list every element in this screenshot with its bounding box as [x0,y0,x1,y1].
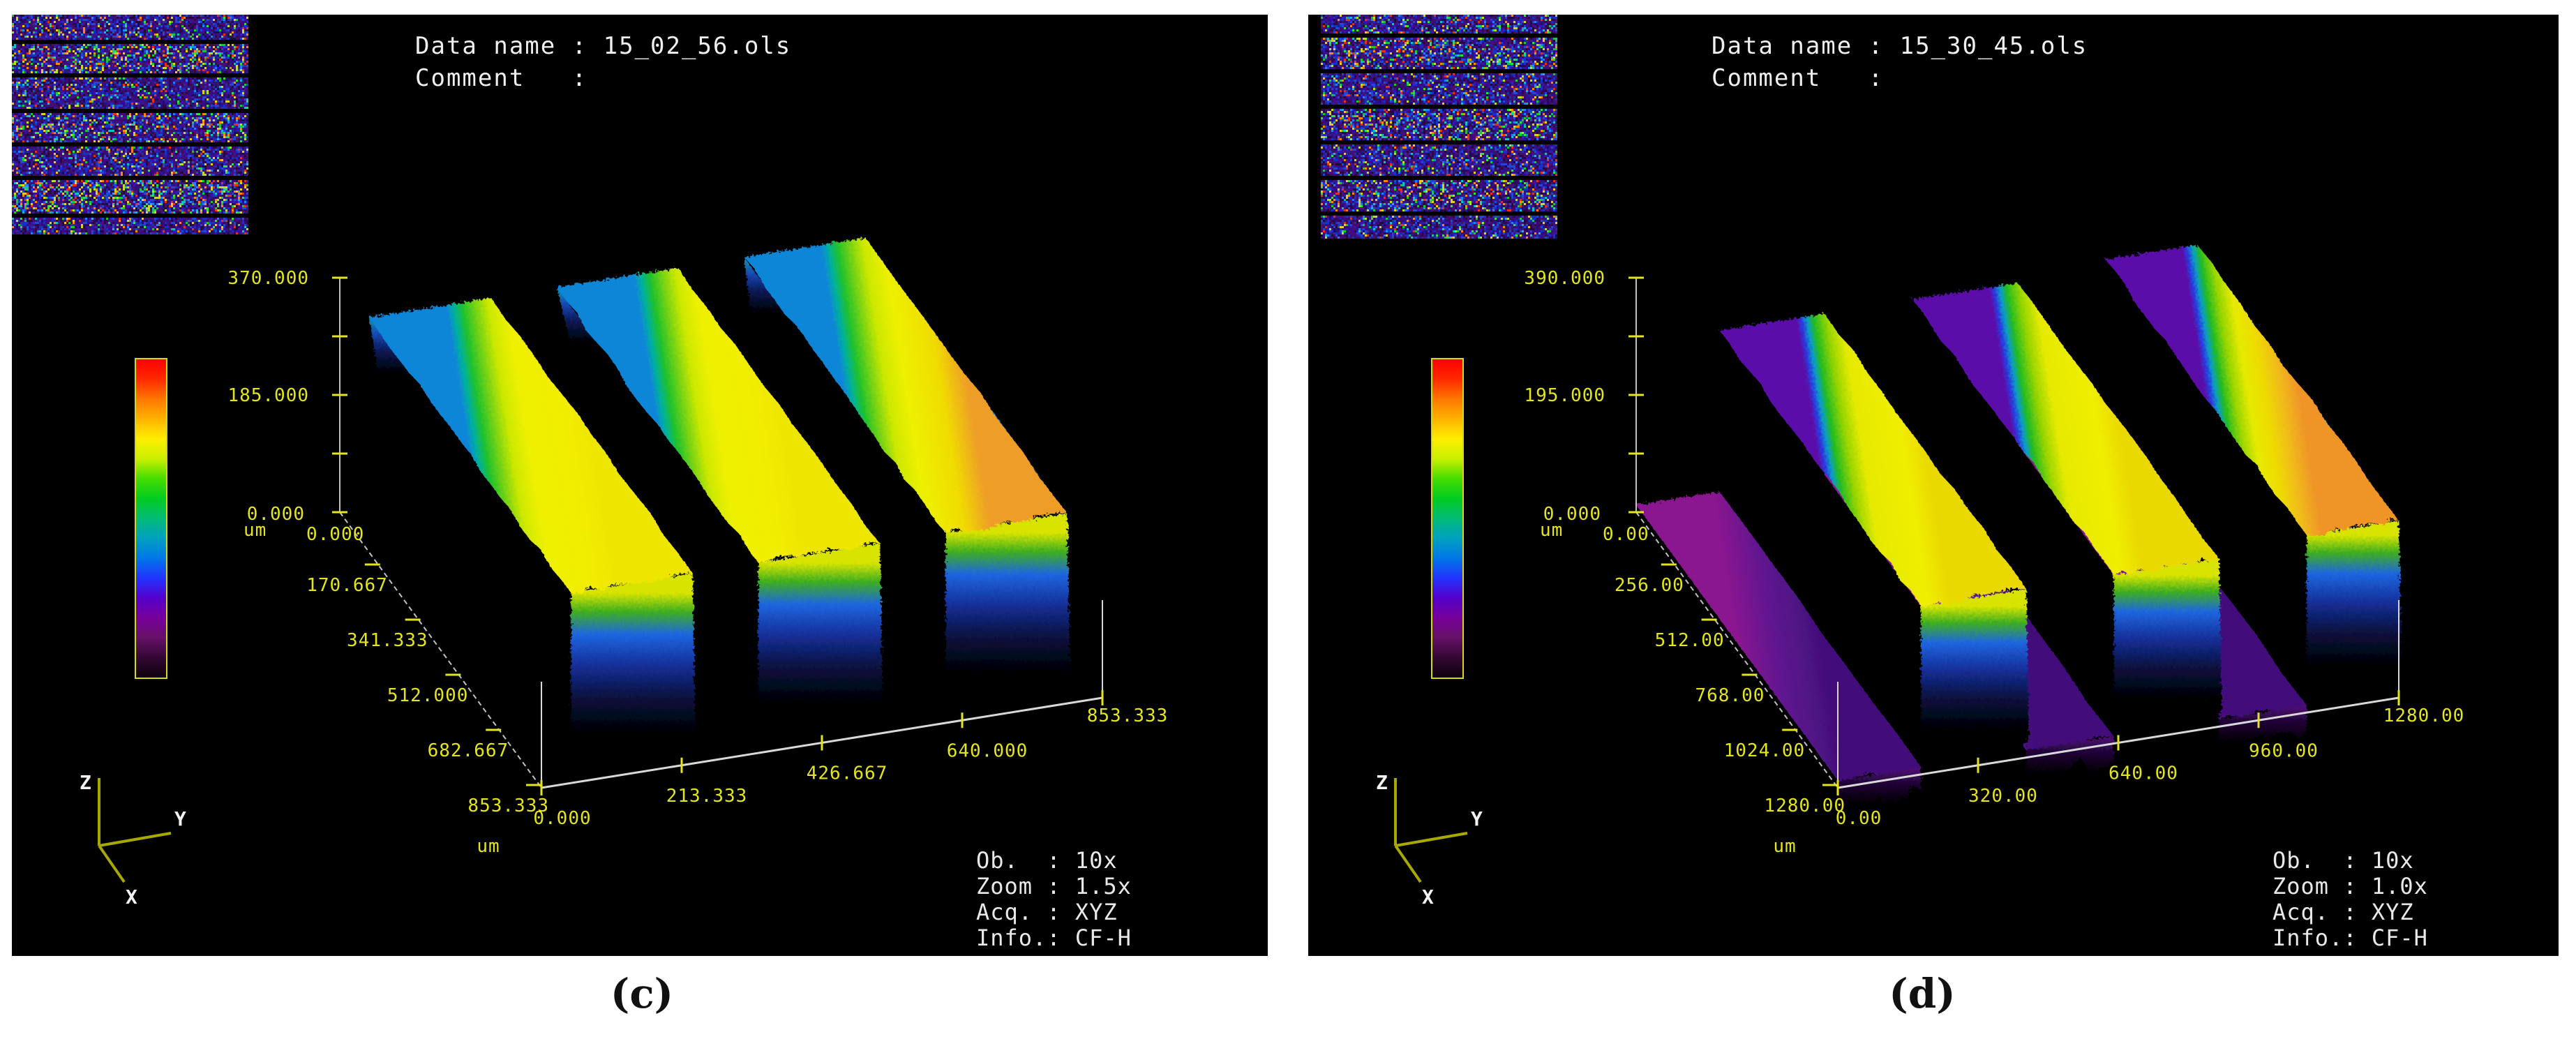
svg-text:768.00: 768.00 [1695,685,1765,706]
svg-text:185.000: 185.000 [227,385,309,406]
svg-text:um: um [477,836,500,857]
svg-text:512.00: 512.00 [1655,630,1725,651]
zoom-line: Zoom : 1.0x [2272,873,2428,899]
svg-text:0.000: 0.000 [533,808,591,829]
triad-z-label: Z [1376,771,1388,794]
comment-line: Comment : [415,64,587,92]
svg-text:370.000: 370.000 [227,268,309,289]
svg-text:426.667: 426.667 [807,763,888,784]
axis-orientation-triad: Z Y X [50,761,211,922]
info-line: Info.: CF-H [2272,925,2428,951]
svg-text:1024.00: 1024.00 [1724,740,1806,761]
data-name-line: Data name : 15_30_45.ols [1712,32,2088,60]
svg-text:um: um [244,520,267,541]
data-header: Data name : 15_30_45.ols Comment : [1712,30,2088,94]
svg-text:170.667: 170.667 [306,575,388,596]
svg-text:1280.00: 1280.00 [2383,705,2465,726]
data-header: Data name : 15_02_56.ols Comment : [415,30,791,94]
svg-text:512.000: 512.000 [387,685,469,706]
svg-text:341.333: 341.333 [347,630,428,651]
info-line: Info.: CF-H [976,925,1132,951]
svg-text:640.00: 640.00 [2109,763,2178,784]
intensity-thumbnail-image [12,15,248,245]
objective-line: Ob. : 10x [2272,847,2414,874]
triad-y-label: Y [1471,807,1483,830]
subfigure-caption-d: (d) [1852,970,1992,1017]
comment-line: Comment : [1712,64,1884,92]
svg-text:um: um [1773,836,1796,857]
height-colorbar [135,358,167,679]
acquisition-info-block: Ob. : 10xZoom : 1.0xAcq. : XYZInfo.: CF-… [2272,848,2428,951]
svg-text:390.000: 390.000 [1524,268,1605,289]
svg-text:1280.00: 1280.00 [1764,795,1845,816]
svg-text:0.00: 0.00 [1603,524,1649,545]
subfigure-caption-c: (c) [572,970,712,1017]
svg-text:0.000: 0.000 [306,524,364,545]
svg-text:682.667: 682.667 [428,740,509,761]
axis-orientation-triad: Z Y X [1347,761,1507,922]
svg-text:853.333: 853.333 [1087,705,1169,726]
svg-text:960.00: 960.00 [2249,740,2319,761]
svg-text:320.00: 320.00 [1968,786,2038,807]
microscope-screenshot-panel-d: 390.000195.0000.000um0.00256.00512.00768… [1308,15,2559,956]
svg-text:256.00: 256.00 [1615,575,1684,596]
height-colorbar [1431,358,1464,679]
triad-z-label: Z [80,771,91,794]
svg-text:640.000: 640.000 [947,740,1028,761]
zoom-line: Zoom : 1.5x [976,873,1132,899]
acquisition-info-block: Ob. : 10xZoom : 1.5xAcq. : XYZInfo.: CF-… [976,848,1132,951]
svg-text:0.00: 0.00 [1836,808,1882,829]
data-name-line: Data name : 15_02_56.ols [415,32,791,60]
triad-x-label: X [1422,885,1434,909]
microscope-screenshot-panel-c: 370.000 185.000 0.000 um 0.000 170.667 341.333… [12,15,1268,956]
svg-text:um: um [1540,520,1563,541]
triad-y-label: Y [174,807,186,830]
objective-line: Ob. : 10x [976,847,1118,874]
svg-text:195.000: 195.000 [1524,385,1605,406]
acq-line: Acq. : XYZ [2272,899,2414,925]
figure-page: { "panels": [ { "id": "c", "caption": "(… [0,0,2576,1039]
acq-line: Acq. : XYZ [976,899,1118,925]
intensity-thumbnail-image [1321,15,1557,251]
svg-text:213.333: 213.333 [666,786,748,807]
triad-x-label: X [126,885,137,909]
